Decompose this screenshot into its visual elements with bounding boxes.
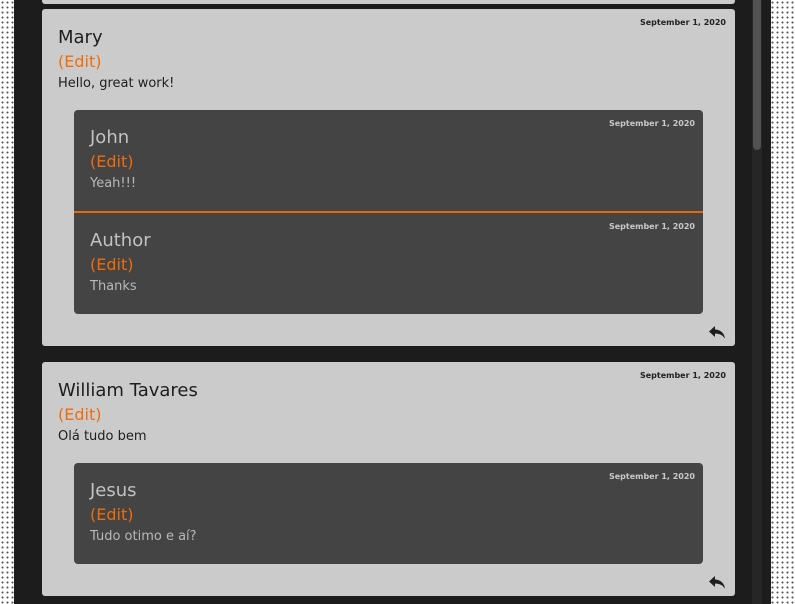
reply-item: September 1, 2020 John (Edit) Yeah!!! [74,110,703,211]
comment-date: September 1, 2020 [639,371,726,380]
comment-card: September 1, 2020 William Tavares (Edit)… [42,362,735,596]
reply-icon[interactable] [708,574,726,590]
comment-date: September 1, 2020 [639,18,726,27]
reply-author: John [90,127,130,148]
edit-link[interactable]: (Edit) [58,52,101,72]
reply-author: Author [90,230,151,251]
edit-link[interactable]: (Edit) [90,255,133,275]
comment-author: Mary [58,27,103,48]
comment-text: Olá tudo bem [58,429,147,444]
scrollbar-thumb[interactable] [753,0,761,150]
comment-author: William Tavares [58,380,198,401]
reply-item: September 1, 2020 Jesus (Edit) Tudo otim… [74,463,703,564]
reply-text: Thanks [90,279,137,294]
reply-item: September 1, 2020 Author (Edit) Thanks [74,211,703,314]
replies-list: September 1, 2020 John (Edit) Yeah!!! Se… [74,110,703,314]
edit-link[interactable]: (Edit) [90,152,133,172]
reply-date: September 1, 2020 [608,472,695,481]
comment-card: September 1, 2020 Mary (Edit) Hello, gre… [42,9,735,346]
scrollbar[interactable] [752,0,762,604]
reply-icon[interactable] [708,324,726,340]
edit-link[interactable]: (Edit) [90,505,133,525]
comment-text: Hello, great work! [58,76,175,91]
previous-comment-card [42,0,735,4]
reply-date: September 1, 2020 [608,119,695,128]
reply-text: Tudo otimo e aí? [90,529,197,544]
edit-link[interactable]: (Edit) [58,405,101,425]
reply-date: September 1, 2020 [608,222,695,231]
replies-list: September 1, 2020 Jesus (Edit) Tudo otim… [74,463,703,564]
reply-author: Jesus [90,480,137,501]
reply-text: Yeah!!! [90,176,137,191]
